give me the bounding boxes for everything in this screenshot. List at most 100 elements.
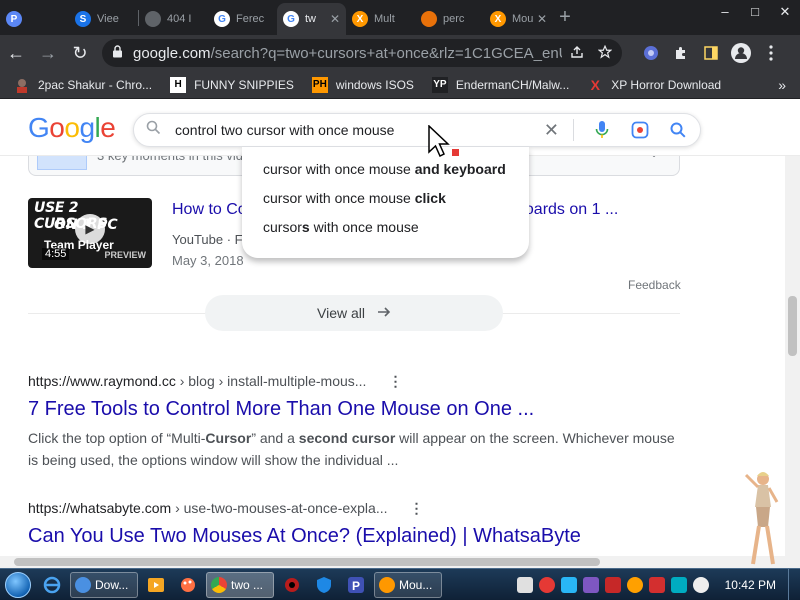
tab-6[interactable]: X Mult (346, 3, 415, 35)
search-icon (146, 120, 161, 140)
search-tray-icon[interactable] (626, 576, 643, 593)
camera-icon[interactable] (538, 576, 555, 593)
x-icon: X (590, 76, 600, 93)
flag-icon[interactable] (648, 576, 665, 593)
tab-close-icon[interactable]: ✕ (330, 12, 340, 26)
google-favicon-icon: G (214, 11, 230, 27)
video-thumbnail[interactable]: USE 2 CURSORS ON 1 PC ▶ Team Player 4:55… (28, 198, 152, 268)
bookmark-xp-horror[interactable]: X XP Horror Download (587, 76, 722, 93)
puzzle-extensions-icon[interactable] (666, 38, 696, 68)
tab-1[interactable]: P (0, 3, 69, 35)
more-options-icon[interactable]: ⋮ (410, 500, 424, 516)
tab-active[interactable]: Gtw ✕ (277, 3, 346, 35)
logo-letter: e (100, 112, 116, 143)
suggestion-text: cursor with once mouse (263, 190, 415, 206)
maximize-button[interactable]: □ (740, 0, 770, 28)
share-icon[interactable] (570, 45, 584, 62)
tab-close-icon[interactable]: ✕ (537, 12, 547, 26)
search-submit-icon[interactable] (668, 120, 688, 140)
mouse-app-icon (379, 576, 395, 593)
profile-avatar-icon[interactable] (726, 38, 756, 68)
red-app-icon[interactable] (281, 574, 303, 596)
scrollbar-thumb[interactable] (788, 296, 797, 356)
back-button[interactable]: ← (0, 37, 32, 69)
minimize-button[interactable]: – (710, 0, 740, 28)
taskbar-chrome-button[interactable]: two ... (206, 571, 274, 598)
search-result: https://whatsabyte.com › use-two-mouses-… (28, 500, 680, 548)
bookmark-endermanch[interactable]: YP EndermanCH/Malw... (431, 76, 569, 93)
new-tab-button[interactable]: + (553, 6, 577, 29)
feedback-link[interactable]: Feedback (628, 278, 681, 292)
tab-title: perc (443, 13, 465, 25)
tab-3[interactable]: 404 I (139, 3, 208, 35)
view-all-button[interactable]: View all (205, 295, 503, 331)
tab-2[interactable]: S Viee (69, 3, 138, 35)
bookmark-windows-isos[interactable]: PH windows ISOS (311, 76, 414, 93)
side-panel-icon[interactable] (696, 38, 726, 68)
tab-title: tw (305, 13, 316, 25)
internet-explorer-icon[interactable] (41, 574, 63, 596)
search-box[interactable]: ✕ (133, 113, 701, 147)
search-result: https://www.raymond.cc › blog › install-… (28, 373, 680, 471)
video-title-link[interactable]: boards on 1 ... (516, 201, 618, 219)
start-button[interactable] (0, 569, 36, 600)
taskbar-clock[interactable]: 10:42 PM (725, 578, 776, 592)
video-title-link[interactable]: How to Co (172, 201, 247, 219)
suggestion-item[interactable]: cursor with once mouse and keyboard (242, 155, 529, 184)
vertical-scrollbar[interactable] (785, 156, 800, 568)
v-icon[interactable] (604, 576, 621, 593)
lock-icon[interactable] (112, 44, 123, 62)
display-icon[interactable] (670, 576, 687, 593)
taskbar-downloads-button[interactable]: Dow... (70, 571, 138, 598)
bookmark-2pac[interactable]: 2pac Shakur - Chro... (14, 77, 152, 93)
h-icon: H (170, 76, 187, 93)
tab-favicon: X (352, 11, 368, 27)
google-results-page: 3 key moments in this video ⌄ USE 2 CURS… (0, 100, 800, 568)
bookmark-label: windows ISOS (335, 77, 414, 92)
microphone-icon[interactable] (592, 120, 612, 140)
monitor-icon[interactable] (516, 576, 533, 593)
tab-7[interactable]: perc (415, 3, 484, 35)
network-icon[interactable] (560, 576, 577, 593)
result-url[interactable]: https://www.raymond.cc › blog › install-… (28, 373, 680, 390)
clear-search-icon[interactable]: ✕ (544, 120, 559, 141)
show-desktop-button[interactable] (788, 568, 800, 600)
suggestion-item[interactable]: cursor with once mouse click (242, 184, 529, 213)
bookmarks-overflow-button[interactable]: » (778, 77, 786, 93)
chrome-menu-icon[interactable] (756, 38, 786, 68)
taskbar-mouse-app-button[interactable]: Mou... (374, 571, 442, 598)
scrollbar-thumb[interactable] (14, 558, 600, 566)
result-url[interactable]: https://whatsabyte.com › use-two-mouses-… (28, 500, 680, 517)
google-logo[interactable]: Google (28, 112, 116, 144)
2pac-icon (14, 77, 30, 93)
shield-app-icon[interactable] (313, 574, 335, 596)
result-title-link[interactable]: Can You Use Two Mouses At Once? (Explain… (28, 525, 680, 548)
arrow-right-icon (377, 305, 391, 321)
suggestion-item[interactable]: cursors with once mouse (242, 213, 529, 242)
tray-app-icon[interactable] (582, 576, 599, 593)
search-input[interactable] (175, 122, 515, 138)
address-bar[interactable]: google.com/search?q=two+cursors+at+once&… (102, 39, 622, 67)
result-url-host: https://whatsabyte.com (28, 500, 172, 516)
close-window-button[interactable]: ✕ (770, 0, 800, 28)
suggestion-text: with once mouse (309, 219, 419, 235)
reload-button[interactable]: ↻ (64, 37, 96, 69)
tab-4[interactable]: G Ferec (208, 3, 277, 35)
tab-strip: P S Viee 404 I G Ferec Gtw ✕ X Mult perc X Mo… (0, 0, 800, 35)
snippet-bold: second cursor (298, 430, 396, 446)
media-player-icon[interactable] (145, 574, 167, 596)
taskbar-label: two ... (231, 577, 264, 592)
forward-button[interactable]: → (32, 37, 64, 69)
p-app-icon[interactable]: P (345, 574, 367, 596)
paint-app-icon[interactable] (177, 574, 199, 596)
extension-icon[interactable] (636, 38, 666, 68)
bookmark-star-icon[interactable] (597, 44, 613, 62)
google-lens-icon[interactable] (630, 120, 650, 140)
result-title-link[interactable]: 7 Free Tools to Control More Than One Mo… (28, 398, 680, 421)
tab-favicon: P (6, 11, 22, 27)
volume-icon[interactable] (692, 576, 709, 593)
bookmark-funny-snippies[interactable]: H FUNNY SNIPPIES (170, 76, 294, 93)
tab-8[interactable]: X Mou ✕ (484, 3, 553, 35)
horizontal-scrollbar[interactable] (0, 556, 800, 568)
more-options-icon[interactable]: ⋮ (388, 373, 402, 389)
